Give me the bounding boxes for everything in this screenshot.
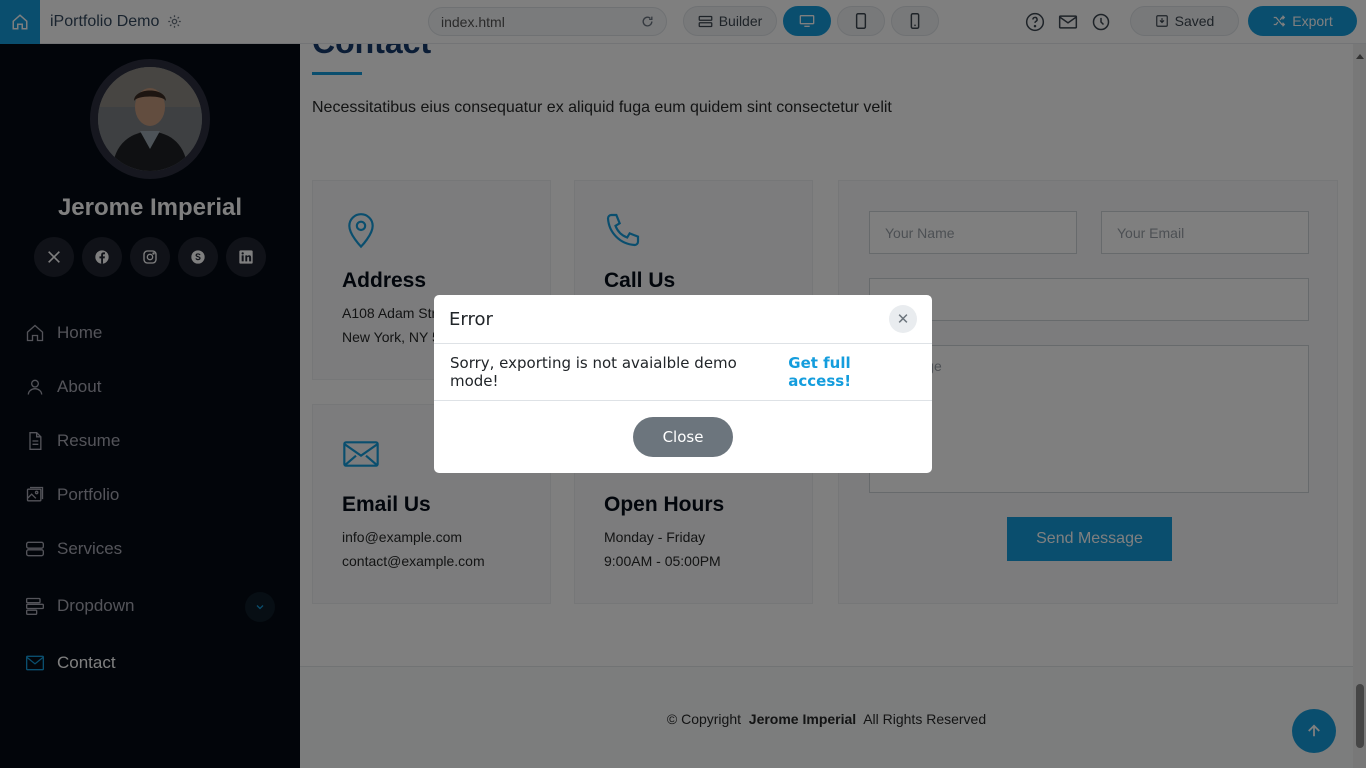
modal-message: Sorry, exporting is not avaialble demo m… bbox=[450, 354, 737, 390]
get-full-access-link[interactable]: Get full access! bbox=[788, 354, 916, 390]
modal-close-button[interactable]: Close bbox=[633, 417, 733, 457]
error-modal: Error ✕ Sorry, exporting is not avaialbl… bbox=[434, 295, 932, 473]
modal-header: Error ✕ bbox=[434, 295, 932, 344]
modal-footer: Close bbox=[434, 401, 932, 473]
modal-body: Sorry, exporting is not avaialble demo m… bbox=[434, 344, 932, 401]
close-icon: ✕ bbox=[896, 310, 910, 328]
modal-close-x-button[interactable]: ✕ bbox=[889, 305, 917, 333]
modal-title: Error bbox=[449, 308, 493, 330]
